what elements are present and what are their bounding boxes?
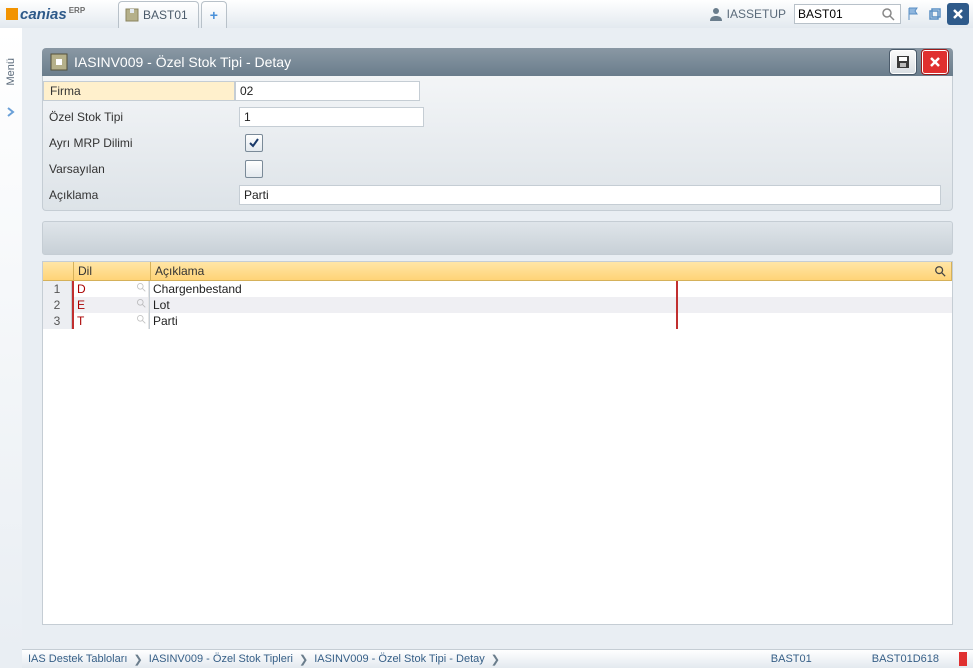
cell-rownum: 1	[43, 281, 72, 297]
table-row[interactable]: 3TParti	[43, 313, 952, 329]
default-checkbox[interactable]	[245, 160, 263, 178]
search-icon	[934, 265, 946, 277]
close-panel-button[interactable]	[921, 49, 949, 75]
breadcrumb-bar: IAS Destek Tabloları ❯ IASINV009 - Özel …	[22, 649, 973, 668]
tab-label: BAST01	[143, 8, 188, 22]
cell-dil[interactable]: T	[72, 313, 149, 329]
global-search[interactable]	[794, 4, 901, 24]
menu-label[interactable]: Menü	[5, 58, 17, 86]
user-name: IASSETUP	[727, 7, 786, 21]
table-row[interactable]: 2ELot	[43, 297, 952, 313]
cell-aciklama[interactable]: Chargenbestand	[149, 281, 678, 297]
table-header: Dil Açıklama	[43, 262, 952, 281]
expand-rail-button[interactable]	[5, 106, 17, 118]
table-body: 1DChargenbestand2ELot3TParti	[43, 281, 952, 329]
save-button[interactable]	[889, 49, 917, 75]
tip-field[interactable]: 1	[239, 107, 424, 127]
cell-aciklama[interactable]: Parti	[149, 313, 678, 329]
default-label: Varsayılan	[43, 162, 239, 176]
firma-field[interactable]: 02	[235, 81, 420, 101]
desc-label: Açıklama	[43, 188, 239, 202]
row-default: Varsayılan	[43, 156, 952, 182]
window-button[interactable]	[926, 5, 944, 23]
tab-bar: BAST01 +	[116, 0, 227, 28]
left-rail: Menü	[0, 28, 23, 650]
check-icon	[248, 137, 260, 149]
status-code-2: BAST01D618	[852, 653, 959, 665]
app-logo: caniasERP	[0, 0, 116, 28]
chevron-right-icon: ❯	[299, 653, 308, 666]
crumb-2[interactable]: IASINV009 - Özel Stok Tipleri	[143, 653, 299, 665]
col-aciklama-label: Açıklama	[155, 264, 204, 278]
mrp-checkbox[interactable]	[245, 134, 263, 152]
tab-bast01[interactable]: BAST01	[118, 1, 199, 28]
row-mrp: Ayrı MRP Dilimi	[43, 130, 952, 156]
save-icon	[895, 54, 911, 70]
help-button[interactable]	[906, 5, 924, 23]
mrp-label: Ayrı MRP Dilimi	[43, 136, 239, 150]
cell-dil[interactable]: E	[72, 297, 149, 313]
search-input[interactable]	[795, 6, 881, 22]
status-code-1: BAST01	[731, 653, 852, 665]
search-icon	[136, 298, 146, 308]
chevron-right-icon: ❯	[133, 653, 142, 666]
chevron-right-icon: ❯	[491, 653, 500, 666]
new-tab-button[interactable]: +	[201, 1, 227, 28]
chevron-right-icon	[5, 106, 17, 118]
cell-aciklama[interactable]: Lot	[149, 297, 678, 313]
logo-sup: ERP	[69, 6, 85, 15]
firma-label: Firma	[43, 81, 235, 101]
crumb-3[interactable]: IASINV009 - Özel Stok Tipi - Detay	[308, 653, 491, 665]
cell-rownum: 2	[43, 297, 72, 313]
current-user[interactable]: IASSETUP	[709, 0, 786, 28]
row-tip: Özel Stok Tipi 1	[43, 104, 952, 130]
search-icon	[136, 282, 146, 292]
table-row[interactable]: 1DChargenbestand	[43, 281, 952, 297]
desc-field[interactable]: Parti	[239, 185, 941, 205]
close-icon	[928, 55, 942, 69]
content-area: IASINV009 - Özel Stok Tipi - Detay Firma…	[22, 28, 973, 650]
topbar: caniasERP BAST01 + IASSETUP	[0, 0, 973, 29]
plus-icon: +	[210, 7, 218, 23]
cell-rownum: 3	[43, 313, 72, 329]
col-aciklama[interactable]: Açıklama	[151, 262, 952, 280]
toolbar-placeholder	[42, 221, 953, 255]
search-icon	[136, 314, 146, 324]
restore-icon	[927, 6, 943, 22]
detail-panel: IASINV009 - Özel Stok Tipi - Detay Firma…	[42, 48, 953, 211]
col-rownum[interactable]	[43, 262, 74, 280]
user-icon	[709, 7, 723, 21]
table-search-button[interactable]	[932, 263, 948, 279]
row-desc: Açıklama Parti	[43, 182, 952, 208]
panel-title: IASINV009 - Özel Stok Tipi - Detay	[74, 54, 885, 70]
detail-form: Firma 02 Özel Stok Tipi 1 Ayrı MRP Dilim…	[42, 76, 953, 211]
puzzle-icon	[125, 8, 139, 22]
crumb-1[interactable]: IAS Destek Tabloları	[22, 653, 133, 665]
close-app-button[interactable]	[947, 3, 969, 25]
tip-label: Özel Stok Tipi	[43, 110, 239, 124]
search-icon	[881, 7, 895, 21]
panel-icon	[50, 53, 68, 71]
row-firma: Firma 02	[43, 78, 952, 104]
logo-text: canias	[20, 6, 67, 23]
panel-header: IASINV009 - Özel Stok Tipi - Detay	[42, 48, 953, 76]
translations-table: Dil Açıklama 1DChargenbestand2ELot3TPart…	[42, 261, 953, 625]
cell-dil[interactable]: D	[72, 281, 149, 297]
status-indicator	[959, 652, 967, 666]
col-dil[interactable]: Dil	[74, 262, 151, 280]
flag-icon	[907, 6, 923, 22]
close-icon	[951, 7, 965, 21]
